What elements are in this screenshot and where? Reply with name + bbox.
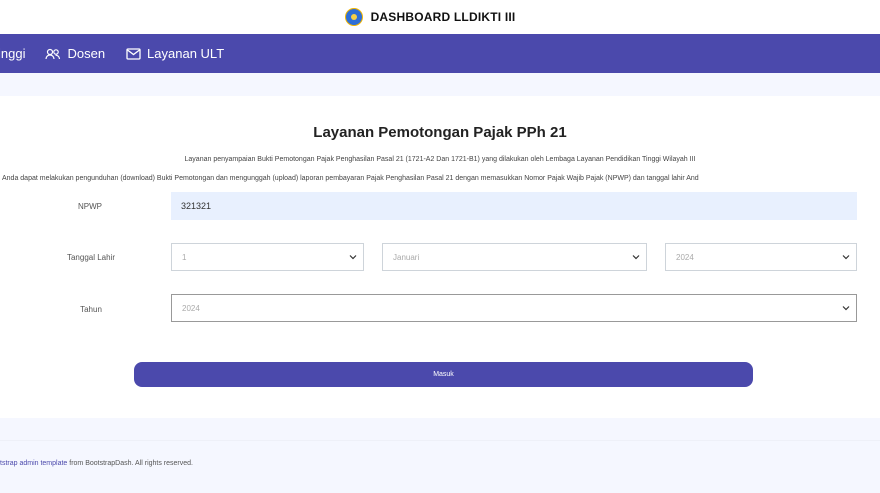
dob-year-value: 2024 — [676, 252, 694, 262]
chevron-down-icon — [842, 306, 850, 311]
content-band-bottom — [0, 418, 880, 440]
mail-icon — [125, 47, 141, 61]
npwp-label: NPWP — [78, 202, 102, 211]
year-value: 2024 — [182, 303, 200, 313]
nav-item-perguruan-tinggi[interactable]: inggi — [0, 46, 25, 61]
nav-item-label: Dosen — [67, 46, 106, 61]
submit-button-label: Masuk — [433, 371, 454, 378]
dob-month-select[interactable]: Januari — [382, 243, 647, 271]
page-title: Layanan Pemotongan Pajak PPh 21 — [313, 124, 567, 141]
npwp-input[interactable]: 321321 — [171, 192, 857, 220]
content-band-top — [0, 73, 880, 96]
footer-template-link[interactable]: tstrap admin template — [0, 460, 67, 467]
users-icon — [45, 47, 61, 61]
nav-item-label: inggi — [0, 46, 26, 61]
year-select[interactable]: 2024 — [171, 294, 857, 322]
npwp-value: 321321 — [181, 201, 212, 211]
chevron-down-icon — [632, 255, 640, 260]
footer-text: from BootstrapDash. All rights reserved. — [67, 460, 193, 467]
app-title: DASHBOARD LLDIKTI III — [370, 10, 516, 24]
brand[interactable]: DASHBOARD LLDIKTI III — [344, 8, 516, 26]
dob-month-value: Januari — [393, 252, 420, 262]
nav-item-label: Layanan ULT — [147, 46, 225, 61]
nav-item-layanan-ult[interactable]: Layanan ULT — [125, 46, 224, 61]
dob-year-select[interactable]: 2024 — [665, 243, 857, 271]
submit-button[interactable]: Masuk — [134, 362, 753, 387]
page-instructions: Anda dapat melakukan pengunduhan (downlo… — [2, 175, 699, 182]
dob-label: Tanggal Lahir — [66, 253, 116, 262]
chevron-down-icon — [349, 255, 357, 260]
chevron-down-icon — [842, 255, 850, 260]
nav-item-dosen[interactable]: Dosen — [45, 46, 105, 61]
year-label: Tahun — [80, 305, 102, 314]
page-description: Layanan penyampaian Bukti Pemotongan Paj… — [184, 156, 696, 163]
dob-day-select[interactable]: 1 — [171, 243, 364, 271]
main-navbar: inggi Dosen Layanan ULT — [0, 34, 880, 73]
footer-copyright: tstrap admin template from BootstrapDash… — [0, 460, 193, 467]
top-header: DASHBOARD LLDIKTI III — [0, 0, 880, 34]
dob-day-value: 1 — [182, 252, 187, 262]
logo-icon — [344, 8, 363, 26]
